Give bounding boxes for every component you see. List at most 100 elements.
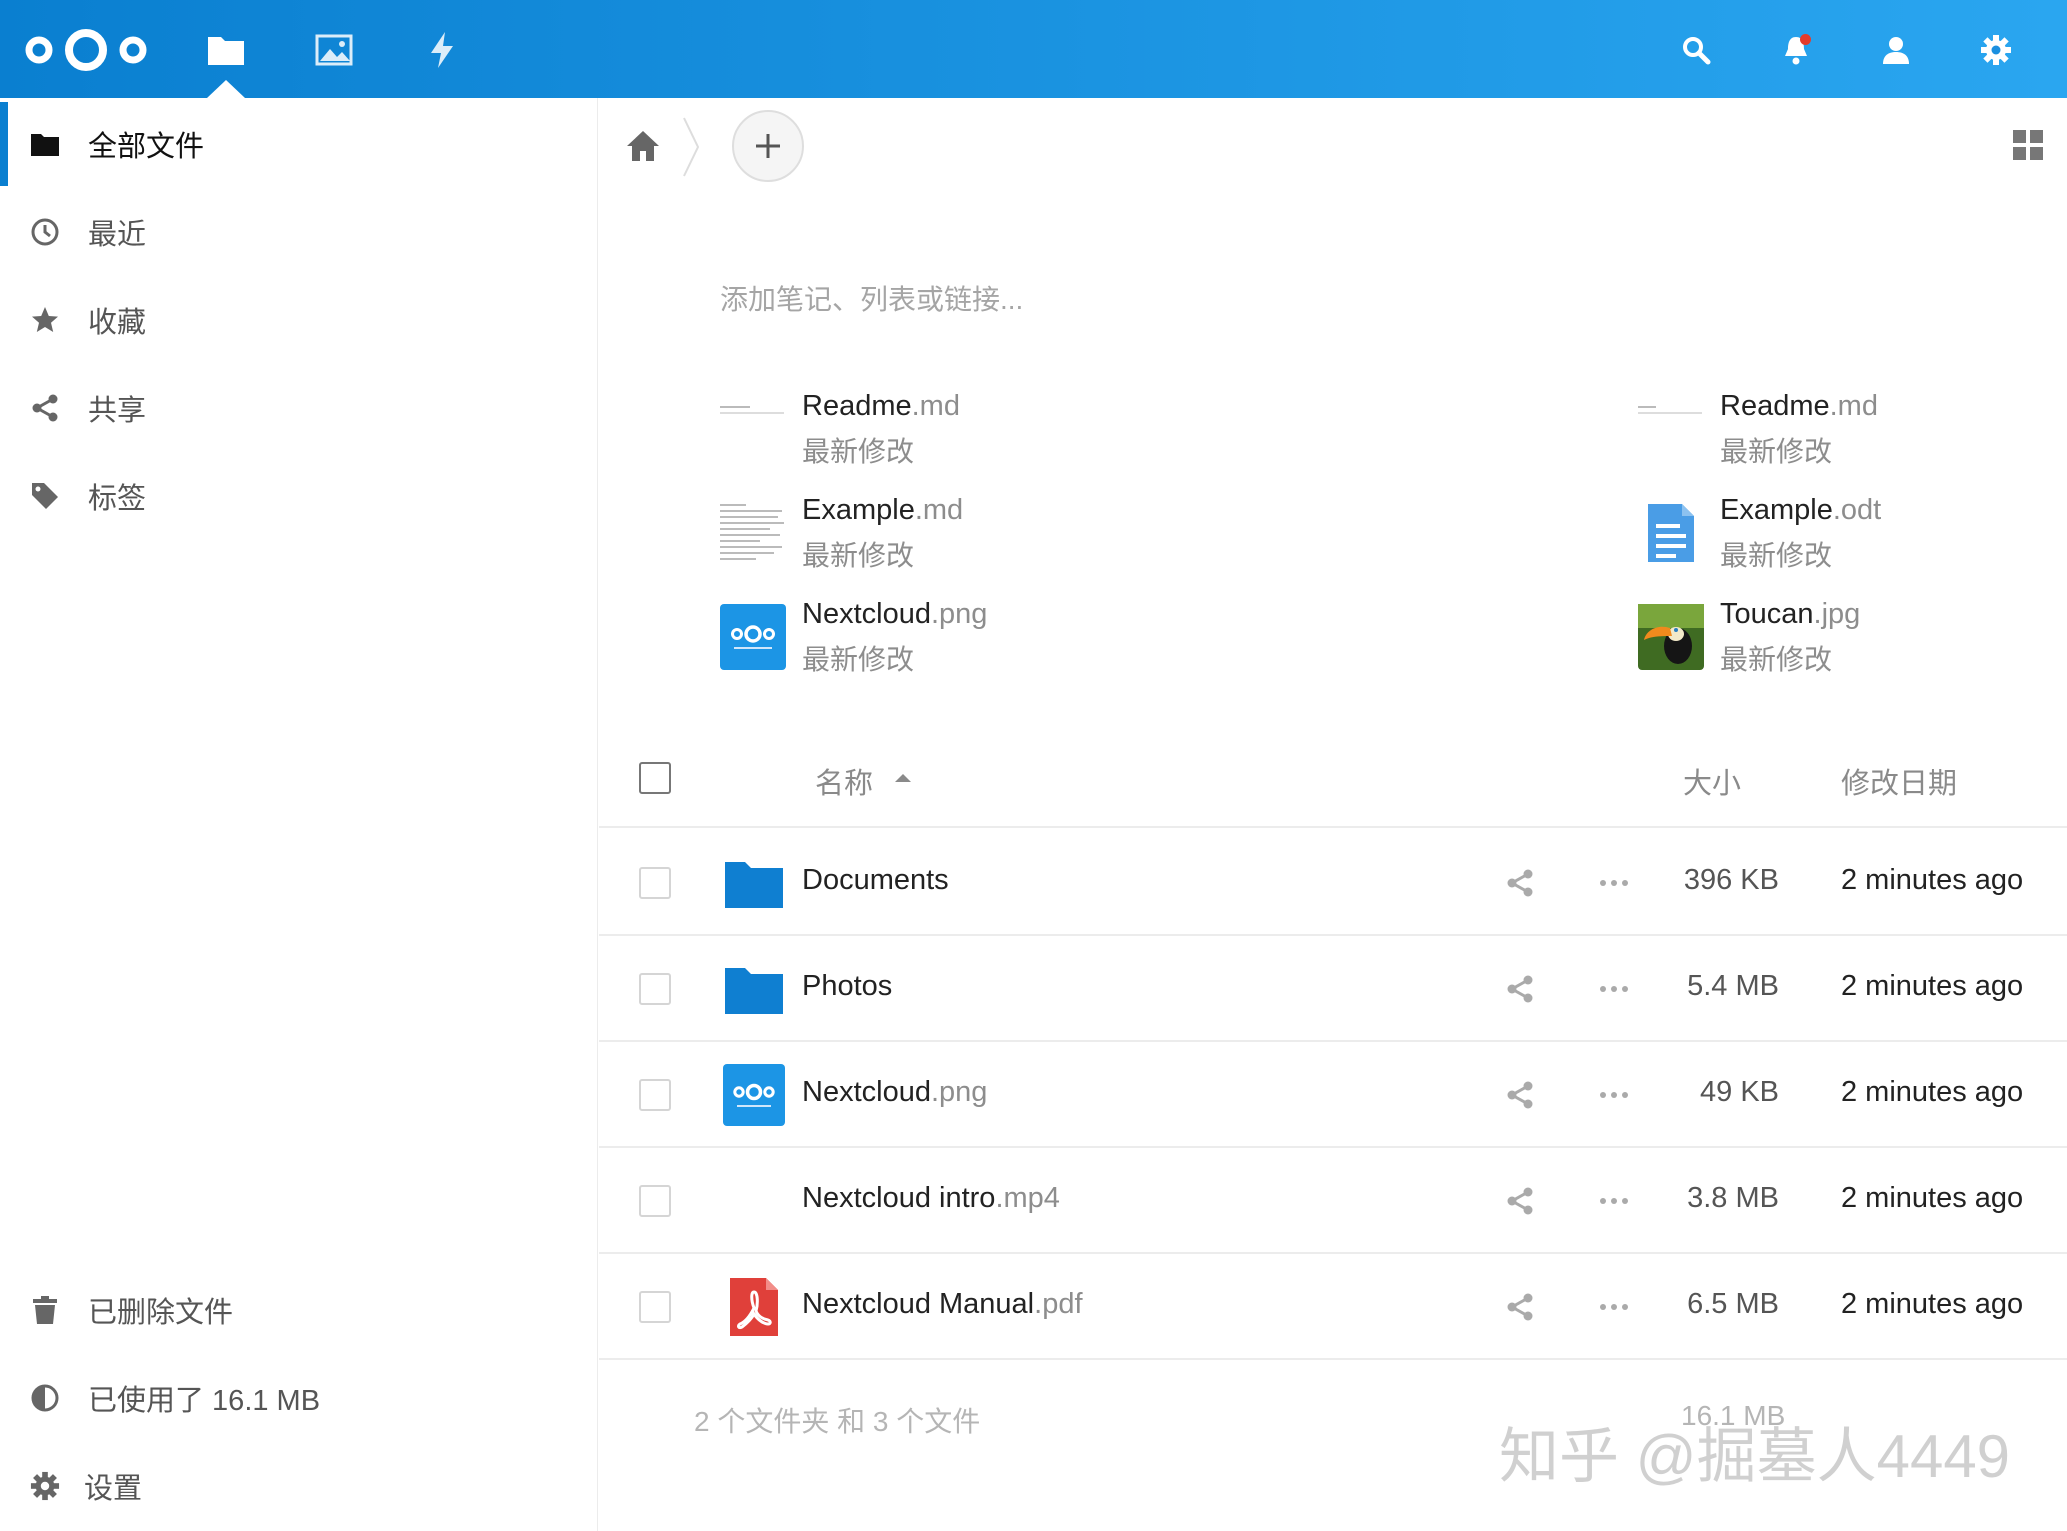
sidebar-item-all-files[interactable]: 全部文件 xyxy=(0,102,598,186)
sidebar-item-label: 设置 xyxy=(84,1473,143,1505)
file-base-name: Documents xyxy=(802,864,949,896)
sort-ascending-icon[interactable] xyxy=(895,774,911,782)
share-icon[interactable] xyxy=(1505,974,1535,1004)
column-header-size[interactable]: 大小 xyxy=(1683,760,1741,802)
markdown-thumb xyxy=(1638,396,1704,462)
file-size: 3.8 MB xyxy=(1687,1182,1779,1214)
file-base-name: Photos xyxy=(802,970,893,1002)
pdf-icon xyxy=(730,1278,778,1336)
recent-subtitle: 最新修改 xyxy=(802,436,915,467)
file-base-name: Nextcloud Manual xyxy=(802,1288,1035,1320)
share-icon[interactable] xyxy=(1505,1186,1535,1216)
share-icon[interactable] xyxy=(1505,1292,1535,1322)
select-all-checkbox[interactable] xyxy=(639,762,671,794)
gear-icon[interactable] xyxy=(1970,24,2022,76)
recent-subtitle: 最新修改 xyxy=(1720,436,1833,467)
file-extension: .mp4 xyxy=(995,1182,1060,1214)
file-base-name: Readme xyxy=(1720,390,1830,422)
file-name[interactable]: Nextcloud Manual.pdf xyxy=(802,1288,1083,1321)
table-row[interactable]: Documents 396 KB 2 minutes ago xyxy=(599,830,2067,936)
row-checkbox[interactable] xyxy=(639,867,671,899)
watermark: 知乎 @掘墓人4449 xyxy=(1499,1423,2011,1490)
table-row[interactable]: Nextcloud intro.mp4 3.8 MB 2 minutes ago xyxy=(599,1148,2067,1254)
nextcloud-thumb xyxy=(723,1064,785,1126)
plus-icon xyxy=(756,134,780,158)
column-header-modified[interactable]: 修改日期 xyxy=(1841,760,1957,802)
notifications-bell-icon[interactable] xyxy=(1770,24,1822,76)
sidebar-item-shares[interactable]: 共享 xyxy=(0,366,598,450)
recent-file-item[interactable]: Example.odt 最新修改 xyxy=(1638,494,2067,578)
sidebar-item-quota: 已使用了 16.1 MB xyxy=(0,1356,598,1440)
file-extension: .pdf xyxy=(1034,1288,1083,1320)
file-size: 6.5 MB xyxy=(1687,1288,1779,1320)
more-actions-icon[interactable] xyxy=(1597,974,1631,1004)
more-actions-icon[interactable] xyxy=(1597,1080,1631,1110)
contacts-icon[interactable] xyxy=(1870,24,1922,76)
photos-icon[interactable] xyxy=(306,22,362,78)
search-icon[interactable] xyxy=(1670,24,1722,76)
files-icon[interactable] xyxy=(198,22,254,78)
clock-icon xyxy=(28,215,62,249)
row-checkbox[interactable] xyxy=(639,973,671,1005)
sidebar-item-tags[interactable]: 标签 xyxy=(0,454,598,538)
sidebar-item-label: 全部文件 xyxy=(88,131,205,163)
more-actions-icon[interactable] xyxy=(1597,1186,1631,1216)
row-checkbox[interactable] xyxy=(639,1185,671,1217)
file-size: 5.4 MB xyxy=(1687,970,1779,1002)
active-app-indicator xyxy=(207,80,245,98)
more-actions-icon[interactable] xyxy=(1597,1292,1631,1322)
more-actions-icon[interactable] xyxy=(1597,868,1631,898)
recent-subtitle: 最新修改 xyxy=(802,644,915,675)
file-base-name: Toucan xyxy=(1720,598,1814,630)
recent-file-item[interactable]: Example.md 最新修改 xyxy=(720,494,1280,578)
sidebar-item-recent[interactable]: 最近 xyxy=(0,190,598,274)
table-row[interactable]: Nextcloud.png 49 KB 2 minutes ago xyxy=(599,1042,2067,1148)
recent-subtitle: 最新修改 xyxy=(1720,644,1833,675)
add-new-button[interactable] xyxy=(732,110,804,182)
sidebar-item-favorites[interactable]: 收藏 xyxy=(0,278,598,362)
file-extension: .md xyxy=(1829,390,1878,422)
activity-icon[interactable] xyxy=(414,22,470,78)
rich-workspace-placeholder[interactable]: 添加笔记、列表或链接... xyxy=(720,278,1023,318)
grid-view-icon[interactable] xyxy=(2011,128,2045,162)
tag-icon xyxy=(28,479,62,513)
nextcloud-logo[interactable] xyxy=(22,22,150,78)
trash-icon xyxy=(28,1293,62,1327)
nextcloud-thumb xyxy=(720,604,786,670)
file-extension: .png xyxy=(930,1076,988,1108)
files-main-content: 添加笔记、列表或链接... Readme.md 最新修改 Readme.md 最… xyxy=(599,98,2067,1531)
share-icon[interactable] xyxy=(1505,1080,1535,1110)
app-header xyxy=(0,0,2067,98)
table-row[interactable]: Nextcloud Manual.pdf 6.5 MB 2 minutes ag… xyxy=(599,1254,2067,1360)
sidebar-item-settings[interactable]: 设置 xyxy=(0,1444,598,1528)
markdown-thumb xyxy=(720,396,786,462)
file-name[interactable]: Nextcloud.png xyxy=(802,1076,987,1109)
share-icon xyxy=(28,391,62,425)
file-modified: 2 minutes ago xyxy=(1841,1182,2024,1214)
document-icon xyxy=(1648,504,1694,562)
notification-dot xyxy=(1800,34,1811,45)
recent-file-item[interactable]: Nextcloud.png 最新修改 xyxy=(720,598,1280,682)
folder-icon xyxy=(725,968,783,1014)
recent-file-item[interactable]: Toucan.jpg 最新修改 xyxy=(1638,598,2067,682)
file-name[interactable]: Documents xyxy=(802,864,949,897)
file-size: 49 KB xyxy=(1700,1076,1779,1108)
markdown-thumb xyxy=(720,500,786,566)
recent-file-item[interactable]: Readme.md 最新修改 xyxy=(720,390,1280,474)
file-name[interactable]: Nextcloud intro.mp4 xyxy=(802,1182,1060,1215)
file-size: 396 KB xyxy=(1683,864,1779,896)
file-name[interactable]: Photos xyxy=(802,970,892,1003)
row-checkbox[interactable] xyxy=(639,1079,671,1111)
home-icon[interactable] xyxy=(625,128,661,164)
sidebar-item-deleted-files[interactable]: 已删除文件 xyxy=(0,1268,598,1352)
file-base-name: Readme xyxy=(802,390,912,422)
file-modified: 2 minutes ago xyxy=(1841,1076,2024,1108)
row-checkbox[interactable] xyxy=(639,1291,671,1323)
share-icon[interactable] xyxy=(1505,868,1535,898)
table-row[interactable]: Photos 5.4 MB 2 minutes ago xyxy=(599,936,2067,1042)
folder-icon xyxy=(28,127,62,161)
recent-file-item[interactable]: Readme.md 最新修改 xyxy=(1638,390,2067,474)
column-header-name[interactable]: 名称 xyxy=(815,760,873,802)
file-base-name: Nextcloud xyxy=(802,1076,931,1108)
file-summary: 2 个文件夹 和 3 个文件 xyxy=(694,1406,981,1437)
